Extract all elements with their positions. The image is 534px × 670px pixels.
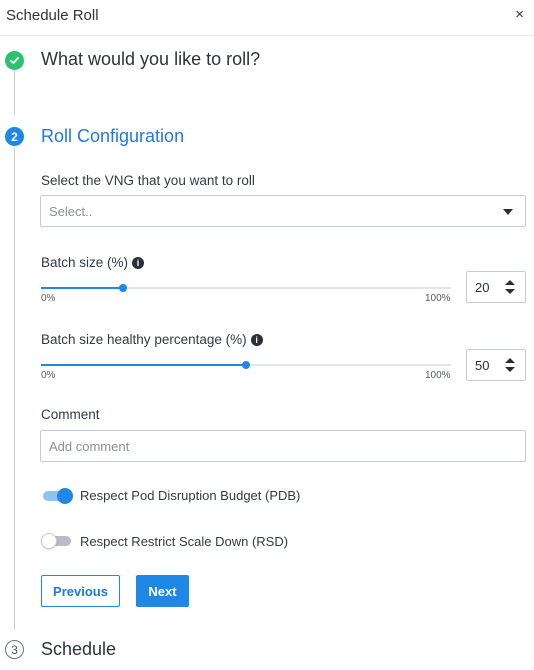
batch-size-stepper[interactable]: 20 <box>466 271 526 303</box>
pdb-toggle[interactable] <box>41 488 73 504</box>
batch-healthy-label-text: Batch size healthy percentage (%) <box>41 332 247 347</box>
vng-label: Select the VNG that you want to roll <box>41 173 255 188</box>
pdb-toggle-label: Respect Pod Disruption Budget (PDB) <box>80 488 301 503</box>
slider-fill <box>41 287 123 289</box>
batch-size-label-text: Batch size (%) <box>41 255 129 270</box>
comment-label: Comment <box>41 407 100 422</box>
comment-input[interactable] <box>40 430 526 462</box>
batch-size-label: Batch size (%) i <box>41 255 145 270</box>
step-1-title[interactable]: What would you like to roll? <box>41 49 260 70</box>
stepper-arrows-icon[interactable] <box>505 358 515 372</box>
info-icon[interactable]: i <box>250 334 263 346</box>
vng-select[interactable]: Select.. <box>40 195 526 227</box>
toggle-knob <box>41 533 57 549</box>
stepper-arrows-icon[interactable] <box>505 280 515 294</box>
step-3-number: 3 <box>5 640 24 659</box>
batch-healthy-stepper[interactable]: 50 <box>466 349 526 381</box>
close-icon[interactable]: × <box>515 6 524 24</box>
timeline-line-1 <box>14 70 15 115</box>
rsd-toggle-label: Respect Restrict Scale Down (RSD) <box>80 534 289 549</box>
batch-size-slider[interactable] <box>41 281 451 295</box>
slider-thumb[interactable] <box>119 284 127 292</box>
slider-thumb[interactable] <box>242 361 250 369</box>
check-icon <box>5 51 24 70</box>
slider-fill <box>41 364 246 366</box>
step-2-number: 2 <box>5 127 24 146</box>
previous-button[interactable]: Previous <box>41 575 120 607</box>
batch-size-min-label: 0% <box>41 293 56 304</box>
batch-healthy-slider[interactable] <box>41 358 451 372</box>
batch-healthy-max-label: 100% <box>425 370 451 381</box>
next-button[interactable]: Next <box>136 575 189 607</box>
caret-down-icon <box>503 209 513 215</box>
batch-healthy-min-label: 0% <box>41 370 56 381</box>
batch-size-value: 20 <box>475 280 490 295</box>
timeline-line-2 <box>14 148 15 630</box>
info-icon[interactable]: i <box>132 257 145 269</box>
toggle-knob <box>57 488 73 504</box>
vng-select-placeholder: Select.. <box>49 204 93 219</box>
step-3-title[interactable]: Schedule <box>41 639 116 660</box>
batch-healthy-value: 50 <box>475 358 490 373</box>
batch-healthy-label: Batch size healthy percentage (%) i <box>41 332 263 347</box>
dialog-title: Schedule Roll <box>6 7 99 24</box>
dialog-header: Schedule Roll × <box>0 0 534 36</box>
rsd-toggle[interactable] <box>41 533 73 549</box>
batch-size-max-label: 100% <box>425 293 451 304</box>
step-2-title: Roll Configuration <box>41 126 185 146</box>
